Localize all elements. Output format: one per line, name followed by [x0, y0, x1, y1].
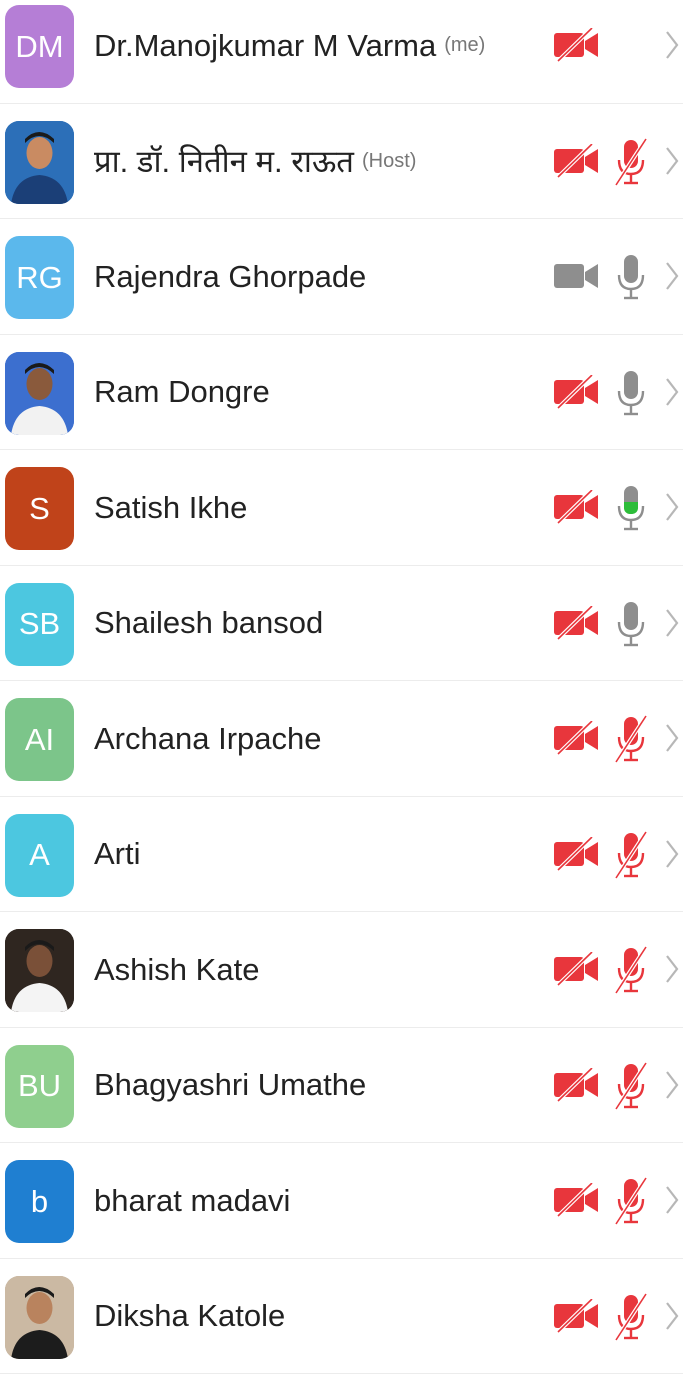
video-off-icon [552, 606, 600, 640]
avatar-initials: DM [5, 5, 74, 88]
participant-name: Diksha Katole [94, 1298, 285, 1334]
video-off-icon [552, 28, 600, 62]
participant-row[interactable]: SB Shailesh bansod [0, 566, 683, 682]
microphone-muted-icon [612, 1062, 650, 1110]
participant-name-block: Diksha Katole [94, 1259, 285, 1374]
chevron-right-icon[interactable] [664, 606, 680, 640]
participant-role: (me) [444, 34, 485, 57]
participant-name: Ram Dongre [94, 374, 270, 410]
participant-name-block: Bhagyashri Umathe [94, 1028, 366, 1143]
participant-row[interactable]: S Satish Ikhe [0, 450, 683, 566]
microphone-icon [612, 369, 650, 417]
video-off-icon [552, 490, 600, 524]
avatar-initials: SB [5, 583, 74, 666]
participant-name-block: Arti [94, 797, 141, 912]
participant-name-block: Shailesh bansod [94, 566, 323, 681]
video-off-icon [552, 721, 600, 755]
chevron-right-icon[interactable] [664, 721, 680, 755]
video-off-icon [552, 1068, 600, 1102]
microphone-icon [612, 253, 650, 301]
chevron-right-icon[interactable] [664, 1068, 680, 1102]
participant-name-block: Ram Dongre [94, 335, 270, 450]
participant-name: bharat madavi [94, 1183, 290, 1219]
participant-name: Rajendra Ghorpade [94, 259, 366, 295]
participant-name: प्रा. डॉ. नितीन म. राऊत [94, 140, 354, 182]
avatar-photo [5, 121, 74, 204]
video-off-icon [552, 144, 600, 178]
participant-row[interactable]: DM Dr.Manojkumar M Varma (me) [0, 0, 683, 104]
microphone-icon [612, 484, 650, 532]
participant-row[interactable]: Diksha Katole [0, 1259, 683, 1374]
avatar-initials: A [5, 814, 74, 897]
microphone-muted-icon [612, 831, 650, 879]
avatar-photo [5, 929, 74, 1012]
participant-name: Ashish Kate [94, 952, 259, 988]
chevron-right-icon[interactable] [664, 28, 680, 62]
participant-row[interactable]: Ram Dongre [0, 335, 683, 451]
chevron-right-icon[interactable] [664, 1183, 680, 1217]
microphone-muted-icon [612, 1177, 650, 1225]
avatar-photo [5, 1276, 74, 1359]
chevron-right-icon[interactable] [664, 259, 680, 293]
avatar-initials: BU [5, 1045, 74, 1128]
participant-row[interactable]: प्रा. डॉ. नितीन म. राऊत (Host) [0, 104, 683, 220]
participant-name: Bhagyashri Umathe [94, 1067, 366, 1103]
participant-name: Arti [94, 836, 141, 872]
participant-row[interactable]: A Arti [0, 797, 683, 913]
microphone-muted-icon [612, 138, 650, 186]
avatar-initials: AI [5, 698, 74, 781]
video-off-icon [552, 837, 600, 871]
video-off-icon [552, 952, 600, 986]
participant-name: Satish Ikhe [94, 490, 247, 526]
chevron-right-icon[interactable] [664, 952, 680, 986]
video-off-icon [552, 375, 600, 409]
participant-name-block: प्रा. डॉ. नितीन म. राऊत (Host) [94, 104, 416, 219]
microphone-muted-icon [612, 715, 650, 763]
participant-name: Archana Irpache [94, 721, 321, 757]
microphone-muted-icon [612, 1293, 650, 1341]
participants-list: DM Dr.Manojkumar M Varma (me) प्रा. डॉ. नि… [0, 0, 683, 1374]
participant-name-block: Archana Irpache [94, 681, 321, 796]
chevron-right-icon[interactable] [664, 490, 680, 524]
microphone-icon [612, 600, 650, 648]
participant-row[interactable]: Ashish Kate [0, 912, 683, 1028]
microphone-muted-icon [612, 946, 650, 994]
participant-name-block: Ashish Kate [94, 912, 259, 1027]
participant-row[interactable]: BU Bhagyashri Umathe [0, 1028, 683, 1144]
participant-name: Shailesh bansod [94, 605, 323, 641]
avatar-initials: S [5, 467, 74, 550]
participant-row[interactable]: RG Rajendra Ghorpade [0, 219, 683, 335]
avatar-initials: RG [5, 236, 74, 319]
chevron-right-icon[interactable] [664, 837, 680, 871]
chevron-right-icon[interactable] [664, 375, 680, 409]
participant-role: (Host) [362, 150, 416, 173]
participant-row[interactable]: b bharat madavi [0, 1143, 683, 1259]
video-on-icon [552, 259, 600, 293]
avatar-initials: b [5, 1160, 74, 1243]
video-off-icon [552, 1183, 600, 1217]
video-off-icon [552, 1299, 600, 1333]
participant-name-block: Dr.Manojkumar M Varma (me) [94, 0, 485, 103]
avatar-photo [5, 352, 74, 435]
participant-name-block: bharat madavi [94, 1143, 290, 1258]
chevron-right-icon[interactable] [664, 1299, 680, 1333]
participant-name: Dr.Manojkumar M Varma [94, 28, 436, 64]
participant-name-block: Rajendra Ghorpade [94, 219, 366, 334]
chevron-right-icon[interactable] [664, 144, 680, 178]
participant-row[interactable]: AI Archana Irpache [0, 681, 683, 797]
participant-name-block: Satish Ikhe [94, 450, 247, 565]
